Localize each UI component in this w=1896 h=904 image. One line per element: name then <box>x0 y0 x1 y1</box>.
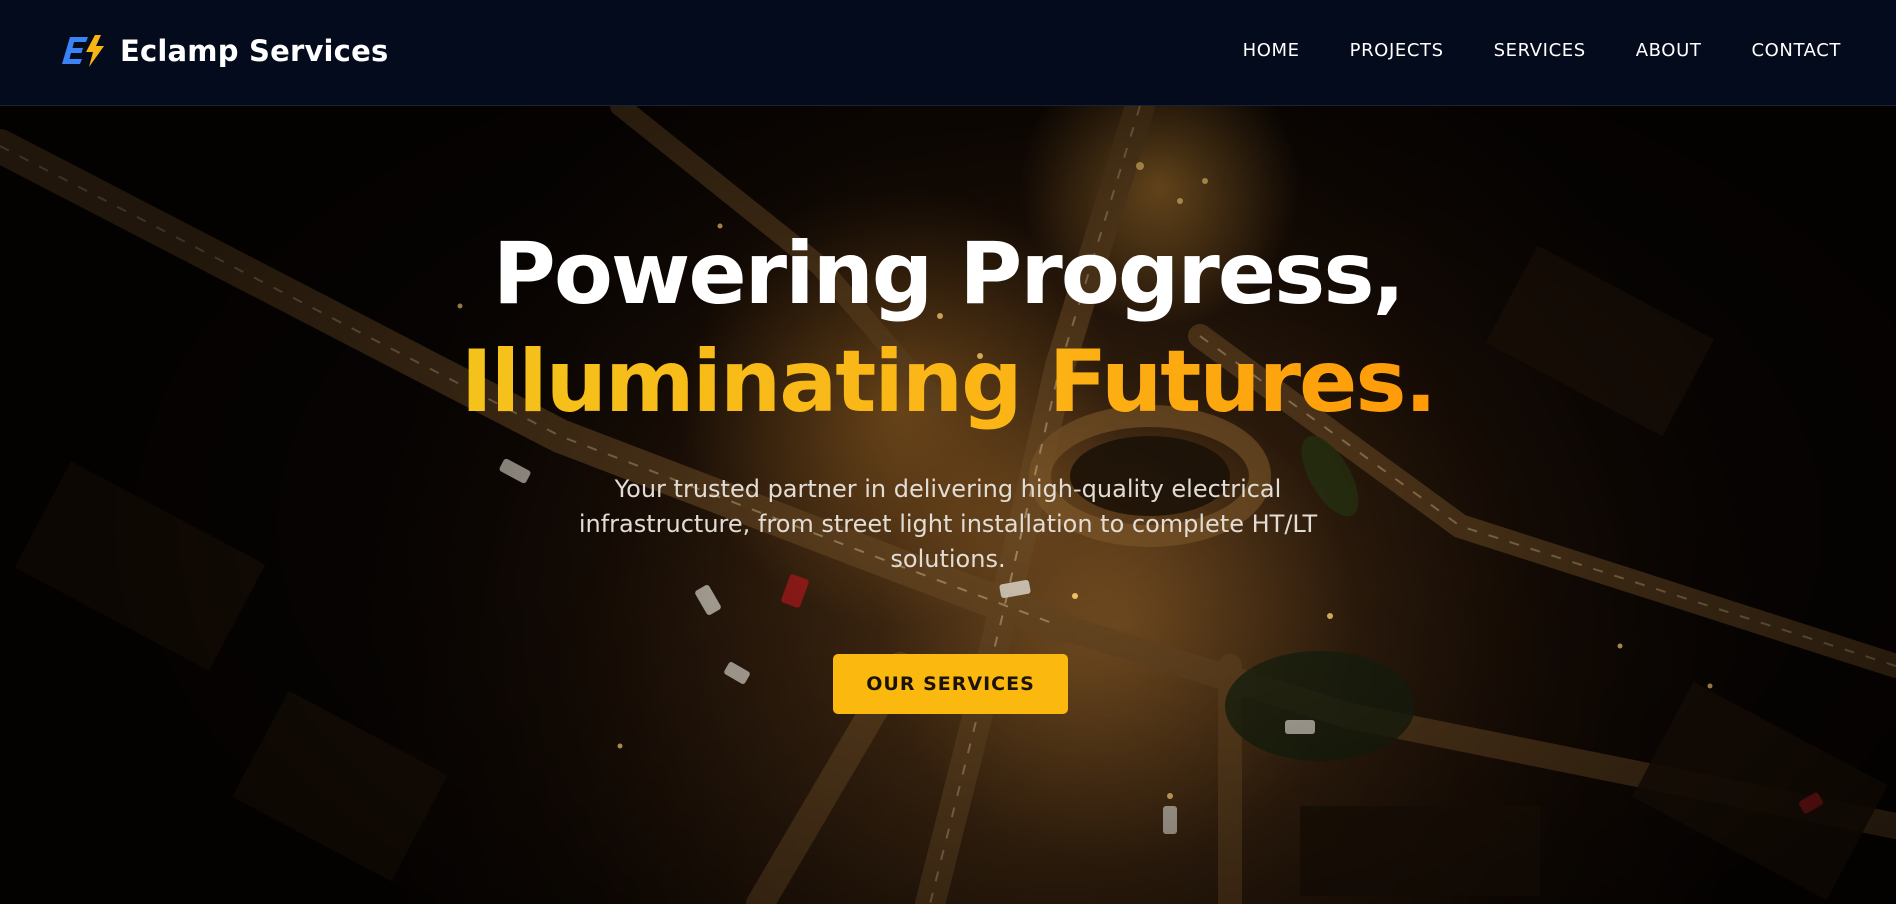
our-services-button[interactable]: OUR SERVICES <box>833 654 1068 714</box>
hero-headline-line2-text: Illuminating Futures. <box>460 332 1437 432</box>
hero-headline-line2: Illuminating Futures. <box>0 332 1896 432</box>
brand[interactable]: Eclamp Services <box>62 31 388 71</box>
nav-link-projects[interactable]: PROJECTS <box>1350 40 1444 61</box>
bolt-e-logo-icon <box>62 35 104 67</box>
hero-headline-line1: Powering Progress, <box>492 224 1405 324</box>
brand-name: Eclamp Services <box>120 34 389 68</box>
top-navbar: Eclamp Services HOME PROJECTS SERVICES A… <box>0 0 1896 106</box>
nav-link-about[interactable]: ABOUT <box>1636 40 1702 61</box>
nav-link-services[interactable]: SERVICES <box>1494 40 1586 61</box>
page: Eclamp Services HOME PROJECTS SERVICES A… <box>0 0 1896 904</box>
nav-link-home[interactable]: HOME <box>1243 40 1300 61</box>
nav-link-contact[interactable]: CONTACT <box>1751 40 1841 61</box>
main-nav: HOME PROJECTS SERVICES ABOUT CONTACT <box>1243 40 1841 61</box>
hero-subtitle: Your trusted partner in delivering high-… <box>578 475 1318 573</box>
hero-content: Powering Progress, Illuminating Futures.… <box>0 106 1896 904</box>
hero-section: Powering Progress, Illuminating Futures.… <box>0 106 1896 904</box>
